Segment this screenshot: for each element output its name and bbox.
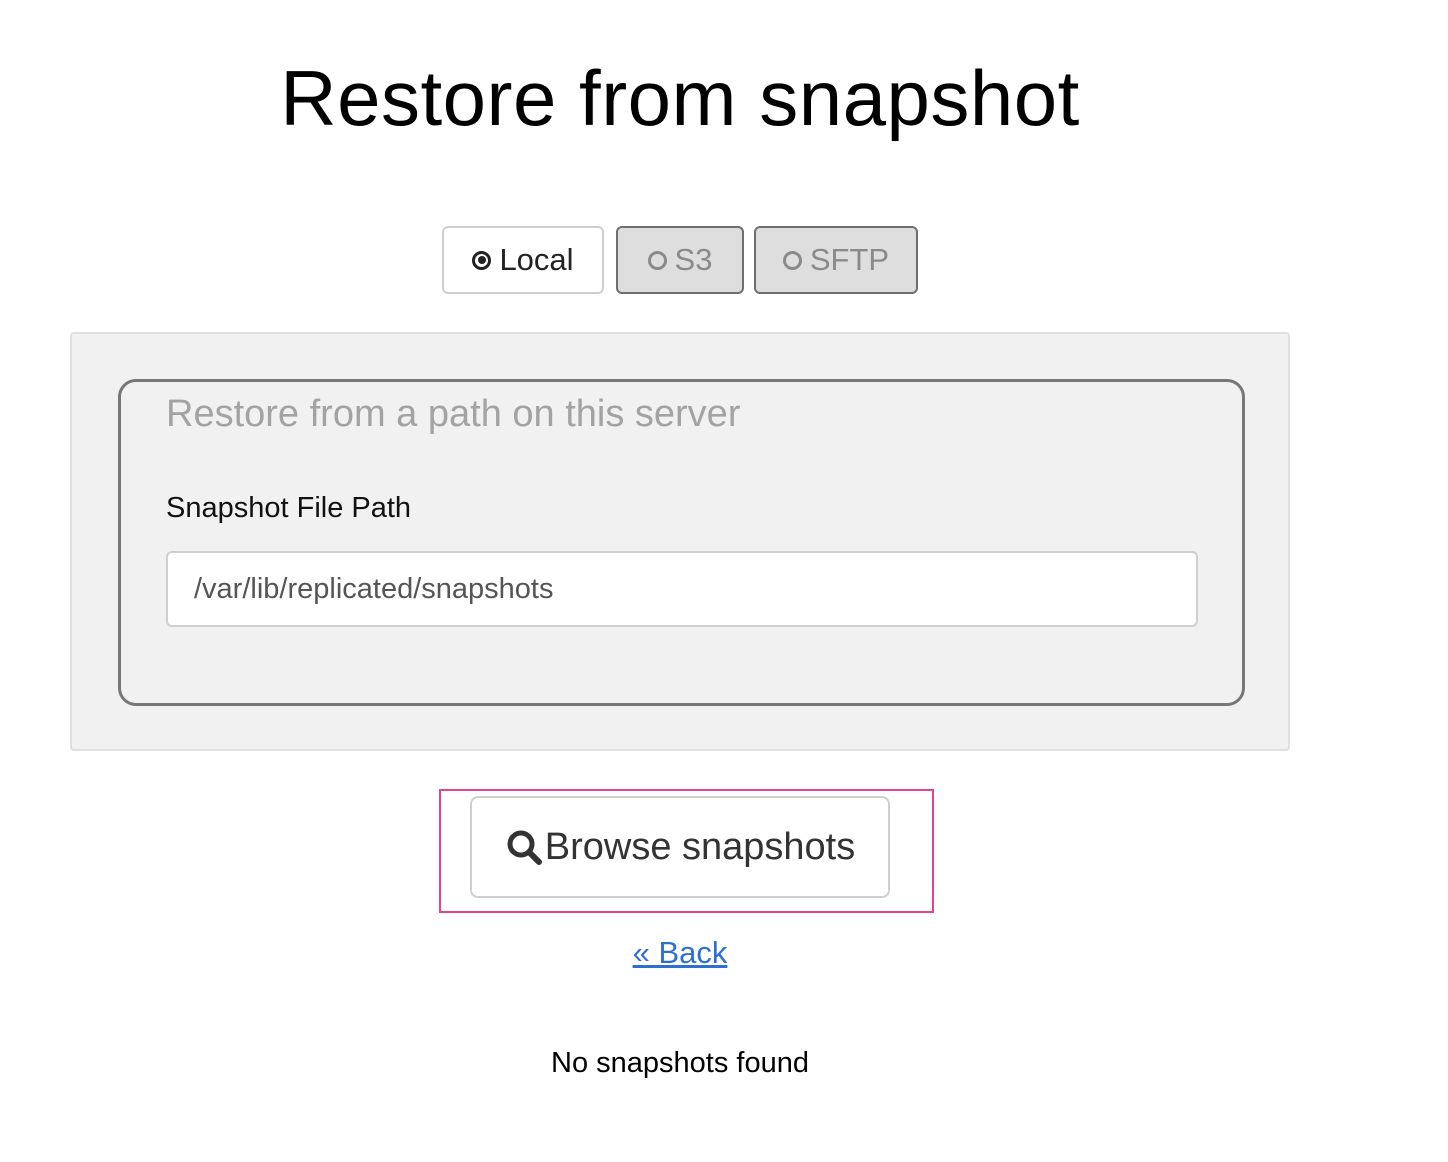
radio-unchecked-icon — [647, 250, 667, 270]
tab-local[interactable]: Local — [442, 226, 604, 294]
radio-checked-icon — [472, 250, 492, 270]
tab-local-label: Local — [499, 242, 574, 277]
fieldset-legend: Restore from a path on this server — [166, 393, 741, 435]
snapshot-path-input[interactable] — [166, 551, 1198, 627]
snapshot-path-label: Snapshot File Path — [166, 492, 412, 524]
tab-s3-label: S3 — [674, 242, 713, 277]
local-restore-fieldset: Restore from a path on this server Snaps… — [118, 379, 1245, 706]
back-link[interactable]: « Back — [633, 935, 728, 970]
browse-snapshots-button[interactable]: Browse snapshots — [470, 796, 890, 898]
tab-s3[interactable]: S3 — [616, 226, 744, 294]
page-title: Restore from snapshot — [280, 54, 1080, 142]
back-link-row: « Back — [0, 934, 1360, 972]
tab-sftp-label: SFTP — [809, 242, 890, 277]
search-icon — [507, 830, 542, 865]
local-restore-panel: Restore from a path on this server Snaps… — [70, 332, 1290, 751]
browse-snapshots-label: Browse snapshots — [544, 825, 856, 868]
radio-unchecked-icon — [782, 250, 802, 270]
tab-sftp[interactable]: SFTP — [754, 226, 918, 294]
snapshots-status-message: No snapshots found — [551, 1047, 809, 1079]
